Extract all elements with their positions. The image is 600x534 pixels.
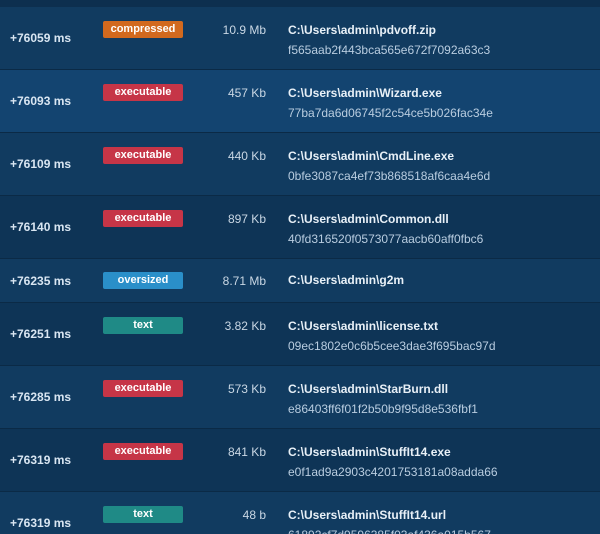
file-type-badge: executable bbox=[103, 380, 183, 397]
file-type-badge: executable bbox=[103, 147, 183, 164]
file-size: 8.71 Mb bbox=[222, 274, 266, 288]
file-hash: e0f1ad9a2903c4201753181a08adda66 bbox=[288, 465, 498, 479]
file-size: 841 Kb bbox=[227, 445, 266, 459]
table-row[interactable]: +76251 ms text 3.82 Kb C:\Users\admin\licen… bbox=[0, 303, 600, 366]
file-hash: 77ba7da6d06745f2c54ce5b026fac34e bbox=[288, 106, 493, 120]
file-size: 440 Kb bbox=[227, 149, 266, 163]
event-time: +76109 ms bbox=[10, 157, 72, 171]
file-path: C:\Users\admin\Common.dll bbox=[288, 212, 449, 226]
file-path: C:\Users\admin\pdvoff.zip bbox=[288, 23, 437, 37]
event-time: +76285 ms bbox=[10, 390, 72, 404]
file-path: C:\Users\admin\StuffIt14.exe bbox=[288, 445, 451, 459]
table-row[interactable]: +76059 ms compressed 10.9 Mb C:\Users\admin… bbox=[0, 7, 600, 70]
file-path: C:\Users\admin\Wizard.exe bbox=[288, 86, 442, 100]
file-type-badge: executable bbox=[103, 84, 183, 101]
file-size: 10.9 Mb bbox=[222, 23, 266, 37]
file-hash: 09ec1802e0c6b5cee3dae3f695bac97d bbox=[288, 339, 496, 353]
file-path: C:\Users\admin\g2m bbox=[288, 273, 405, 287]
event-time: +76140 ms bbox=[10, 220, 72, 234]
file-type-badge: executable bbox=[103, 443, 183, 460]
file-event-list: +76059 ms compressed 10.9 Mb C:\Users\admin… bbox=[0, 0, 600, 534]
file-size: 48 b bbox=[242, 508, 266, 522]
file-hash: 0bfe3087ca4ef73b868518af6caa4e6d bbox=[288, 169, 491, 183]
file-size: 573 Kb bbox=[227, 382, 266, 396]
table-row[interactable]: +76140 ms executable 897 Kb C:\Users\admin\… bbox=[0, 196, 600, 259]
file-path: C:\Users\admin\CmdLine.exe bbox=[288, 149, 455, 163]
file-size: 457 Kb bbox=[227, 86, 266, 100]
event-time: +76251 ms bbox=[10, 327, 72, 341]
event-time: +76319 ms bbox=[10, 453, 72, 467]
table-row[interactable]: +76285 ms executable 573 Kb C:\Users\admin\… bbox=[0, 366, 600, 429]
event-time: +76319 ms bbox=[10, 516, 72, 530]
file-size: 3.82 Kb bbox=[224, 319, 266, 333]
table-row[interactable]: +76319 ms executable 841 Kb C:\Users\admin\… bbox=[0, 429, 600, 492]
file-hash: 40fd316520f0573077aacb60aff0fbc6 bbox=[288, 232, 484, 246]
file-hash: 61892cf7d9596385f03af436a015b567 bbox=[288, 528, 491, 534]
file-path: C:\Users\admin\StuffIt14.url bbox=[288, 508, 447, 522]
file-type-badge: executable bbox=[103, 210, 183, 227]
event-time: +76059 ms bbox=[10, 31, 72, 45]
file-hash: f565aab2f443bca565e672f7092a63c3 bbox=[288, 43, 491, 57]
file-size: 897 Kb bbox=[227, 212, 266, 226]
table-row[interactable]: +76235 ms oversized 8.71 Mb C:\Users\admin\… bbox=[0, 259, 600, 303]
event-time: +76093 ms bbox=[10, 94, 72, 108]
file-type-badge: compressed bbox=[103, 21, 183, 38]
file-hash: e86403ff6f01f2b50b9f95d8e536fbf1 bbox=[288, 402, 478, 416]
event-time: +76235 ms bbox=[10, 274, 72, 288]
table-row[interactable]: +76319 ms text 48 b C:\Users\admin\StuffIt1… bbox=[0, 492, 600, 534]
table-row[interactable]: +76109 ms executable 440 Kb C:\Users\admin\… bbox=[0, 133, 600, 196]
file-type-badge: text bbox=[103, 317, 183, 334]
file-type-badge: text bbox=[103, 506, 183, 523]
file-type-badge: oversized bbox=[103, 272, 183, 289]
file-path: C:\Users\admin\StarBurn.dll bbox=[288, 382, 449, 396]
file-path: C:\Users\admin\license.txt bbox=[288, 319, 439, 333]
table-row[interactable]: +76093 ms executable 457 Kb C:\Users\admin\… bbox=[0, 70, 600, 133]
